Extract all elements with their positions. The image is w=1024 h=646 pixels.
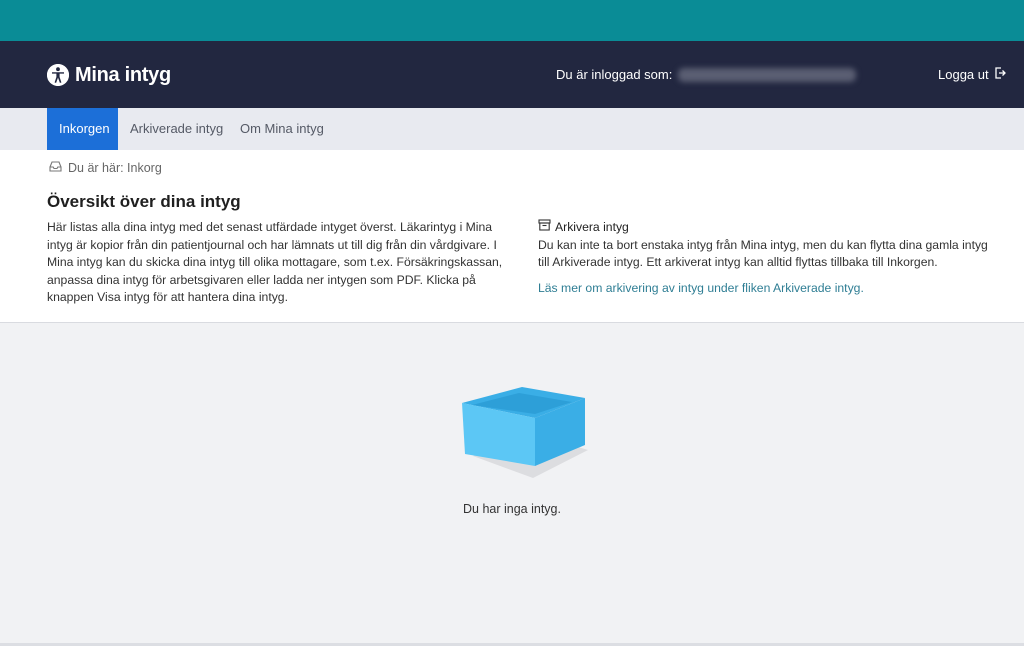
archive-icon <box>538 219 551 237</box>
empty-box-icon <box>462 387 588 478</box>
tab-arkiverade-intyg[interactable]: Arkiverade intyg <box>118 108 235 150</box>
logo-text: Mina intyg <box>75 63 171 86</box>
archive-title: Arkivera intyg <box>555 220 629 234</box>
empty-state-text: Du har inga intyg. <box>463 502 561 516</box>
tab-inkorgen[interactable]: Inkorgen <box>47 108 118 150</box>
logout-button[interactable]: Logga ut <box>938 67 1006 82</box>
user-name-blurred <box>678 67 857 82</box>
breadcrumb: Du är här: Inkorg <box>49 161 162 175</box>
intro-section: Du är här: Inkorg Översikt över dina int… <box>0 150 1024 323</box>
archive-info: Arkivera intyg Du kan inte ta bort ensta… <box>538 219 998 297</box>
person-icon <box>47 64 69 86</box>
logout-icon <box>994 67 1006 82</box>
main-nav: Inkorgen Arkiverade intyg Om Mina intyg <box>0 108 1024 150</box>
site-header: Mina intyg Du är inloggad som: Logga ut <box>0 41 1024 108</box>
logo[interactable]: Mina intyg <box>47 63 171 87</box>
archive-heading: Arkivera intyg <box>538 219 998 237</box>
inbox-icon <box>49 161 62 175</box>
empty-state: Du har inga intyg. <box>0 324 1024 644</box>
archive-info-link[interactable]: Läs mer om arkivering av intyg under fli… <box>538 280 998 298</box>
login-label: Du är inloggad som: <box>556 67 673 82</box>
login-info: Du är inloggad som: <box>556 67 857 82</box>
archive-text: Du kan inte ta bort enstaka intyg från M… <box>538 237 988 270</box>
logout-label: Logga ut <box>938 67 989 82</box>
page-title: Översikt över dina intyg <box>47 192 241 211</box>
top-accent-bar <box>0 0 1024 41</box>
intro-text: Här listas alla dina intyg med det senas… <box>47 220 503 305</box>
breadcrumb-text: Du är här: Inkorg <box>68 161 162 175</box>
tab-om-mina-intyg[interactable]: Om Mina intyg <box>228 108 336 150</box>
